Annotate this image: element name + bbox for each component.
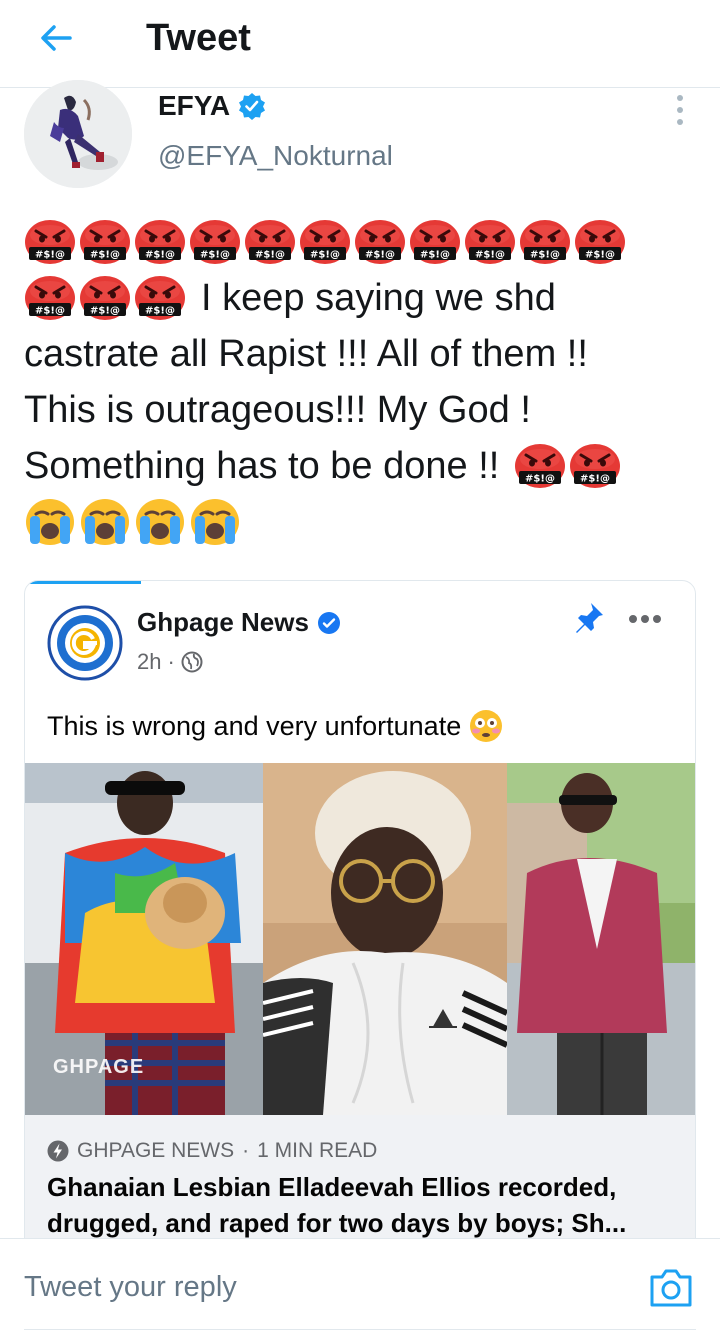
- cursing-face-emoji-icon: [134, 275, 186, 321]
- cursing-face-emoji-icon: [574, 219, 626, 265]
- cursing-face-emoji-icon: [189, 219, 241, 265]
- post-text: This is wrong and very unfortunate: [47, 709, 503, 743]
- author-handle: @EFYA_Nokturnal: [158, 140, 393, 171]
- card-accent-bar: [25, 581, 141, 584]
- back-button[interactable]: [28, 16, 84, 60]
- cursing-face-emoji-icon: [519, 219, 571, 265]
- tweet-text-part-2: castrate all Rapist !!! All of them !!: [24, 333, 588, 375]
- post-meta: 2h ·: [137, 649, 203, 675]
- reply-input[interactable]: [24, 1271, 624, 1304]
- flushed-face-emoji-icon: [470, 710, 503, 742]
- photo-3-image: [507, 763, 695, 1115]
- article-title[interactable]: Ghanaian Lesbian Elladeevah Ellios recor…: [47, 1169, 677, 1241]
- article-source-name: GHPAGE NEWS: [77, 1139, 235, 1162]
- cry-emoji-row: [24, 494, 704, 550]
- cursing-face-emoji-icon: [354, 219, 406, 265]
- article-source: GHPAGE NEWS · 1 MIN READ: [47, 1139, 377, 1163]
- avatar[interactable]: [24, 80, 132, 188]
- loudly-crying-face-emoji-icon: [189, 498, 241, 546]
- cursing-face-emoji-icon: [514, 443, 566, 489]
- camera-icon[interactable]: [648, 1267, 694, 1309]
- cursing-face-emoji-icon: [464, 219, 516, 265]
- cursing-face-emoji-icon: [244, 219, 296, 265]
- cursing-face-emoji-icon: [409, 219, 461, 265]
- cursing-face-emoji-icon: [79, 219, 131, 265]
- author-name-text: EFYA: [158, 90, 231, 121]
- verified-badge-icon: [239, 93, 266, 120]
- vertical-dots-icon: [677, 95, 683, 125]
- cursing-face-emoji-icon: [299, 219, 351, 265]
- photo-3[interactable]: [507, 763, 695, 1115]
- top-app-bar: Tweet: [0, 0, 720, 88]
- photo-watermark: GHPAGE: [53, 1056, 145, 1078]
- cursing-face-emoji-icon: [24, 219, 76, 265]
- horizontal-dots-icon: [629, 615, 661, 623]
- page-name[interactable]: Ghpage News: [137, 607, 341, 638]
- tweet-text-part-4: Something has to be done !!: [24, 445, 500, 487]
- meta-separator: ·: [167, 649, 175, 674]
- page-title: Tweet: [146, 17, 251, 59]
- cursing-face-emoji-icon: [134, 219, 186, 265]
- more-options-button[interactable]: [664, 92, 696, 128]
- emoji-row: [24, 214, 704, 270]
- tweet-text-part-3: This is outrageous!!! My God !: [24, 389, 531, 431]
- text-line-4: Something has to be done !!: [24, 438, 704, 494]
- page-name-text: Ghpage News: [137, 607, 309, 637]
- text-line-1: I keep saying we shd: [24, 270, 704, 326]
- globe-icon: [181, 651, 203, 673]
- cursing-face-emoji-icon: [79, 275, 131, 321]
- loudly-crying-face-emoji-icon: [24, 498, 76, 546]
- tweet-text-part-1: I keep saying we shd: [201, 277, 556, 319]
- post-time: 2h: [137, 649, 162, 674]
- ghpage-logo-icon[interactable]: [47, 605, 123, 681]
- loudly-crying-face-emoji-icon: [79, 498, 131, 546]
- article-read-time: 1 MIN READ: [257, 1139, 378, 1162]
- photo-2-image: [263, 763, 507, 1115]
- embedded-post-card[interactable]: Ghpage News 2h · This is wrong and very …: [24, 580, 696, 1280]
- photo-1[interactable]: GHPAGE: [25, 763, 263, 1115]
- reply-bar: [0, 1238, 720, 1336]
- cursing-face-emoji-icon: [569, 443, 621, 489]
- instant-article-bolt-icon: [47, 1140, 69, 1162]
- arrow-left-icon: [41, 25, 72, 51]
- photo-2[interactable]: [263, 763, 507, 1115]
- post-more-button[interactable]: [625, 607, 665, 631]
- loudly-crying-face-emoji-icon: [134, 498, 186, 546]
- author-name[interactable]: EFYA: [158, 88, 266, 124]
- cursing-face-emoji-icon: [24, 275, 76, 321]
- tweet-text: I keep saying we shd castrate all Rapist…: [24, 214, 704, 550]
- pin-icon[interactable]: [571, 599, 607, 635]
- reply-underline: [24, 1329, 696, 1330]
- source-separator: ·: [242, 1139, 250, 1162]
- avatar-image: [24, 80, 132, 188]
- post-text-content: This is wrong and very unfortunate: [47, 710, 462, 741]
- post-photos[interactable]: GHPAGE: [25, 763, 695, 1115]
- verified-badge-icon: [317, 611, 340, 634]
